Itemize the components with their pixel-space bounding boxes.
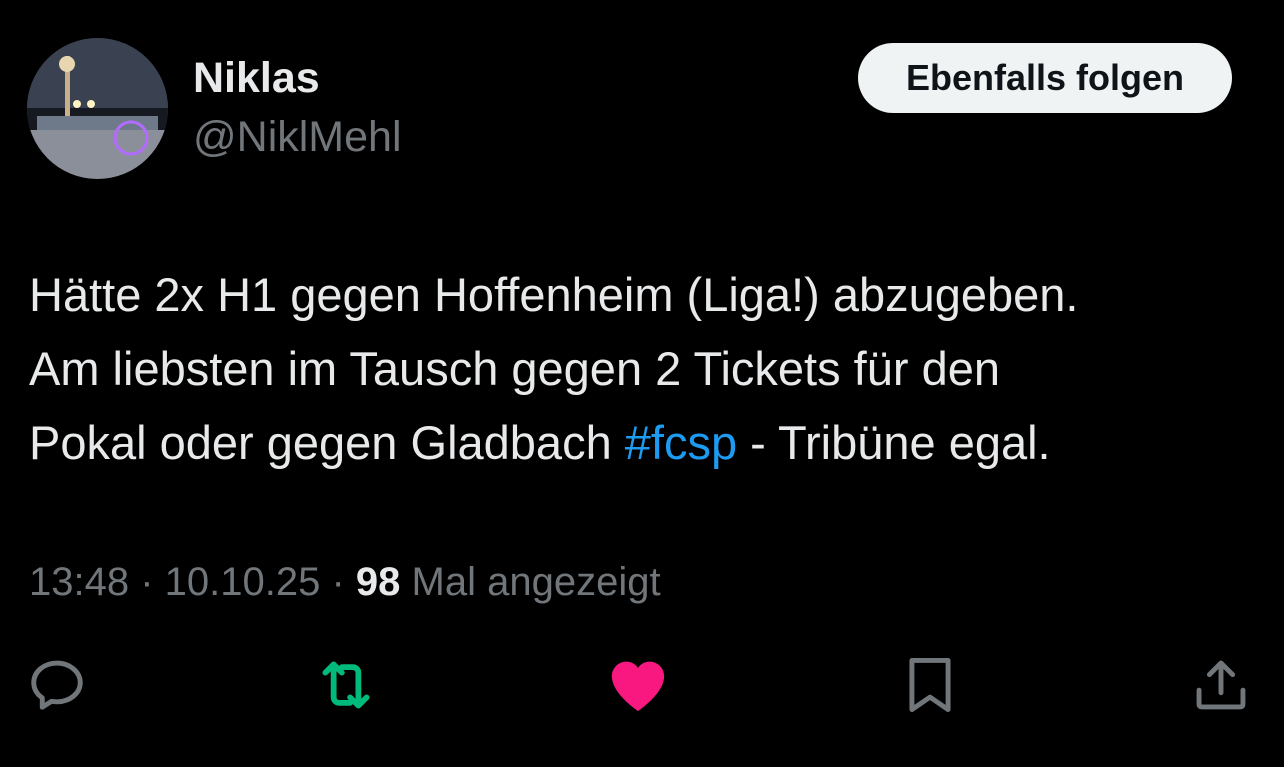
author-handle[interactable]: @NiklMehl <box>193 111 402 163</box>
tweet-text: Hätte 2x H1 gegen Hoffenheim (Liga!) abz… <box>29 258 1259 480</box>
avatar-image <box>27 38 168 179</box>
tweet-time[interactable]: 13:48 <box>29 560 129 604</box>
like-icon <box>611 661 665 712</box>
author-name[interactable]: Niklas <box>193 52 320 104</box>
hashtag-link[interactable]: #fcsp <box>625 416 737 469</box>
tweet-line-2: Am liebsten im Tausch gegen 2 Tickets fü… <box>29 342 1000 395</box>
tweet-text-segment: - Tribüne egal. <box>737 416 1051 469</box>
bookmark-icon <box>909 658 951 712</box>
reply-button[interactable] <box>24 652 90 718</box>
bookmark-button[interactable] <box>897 652 963 718</box>
follow-button[interactable]: Ebenfalls folgen <box>858 43 1232 113</box>
tweet-line-3: Pokal oder gegen Gladbach #fcsp - Tribün… <box>29 406 1259 480</box>
tweet-meta: 13:48 · 10.10.25 · 98 Mal angezeigt <box>29 556 661 608</box>
reply-icon <box>31 660 83 710</box>
share-button[interactable] <box>1188 652 1254 718</box>
share-icon <box>1196 660 1246 710</box>
meta-separator: · <box>129 560 165 604</box>
avatar[interactable] <box>27 38 168 179</box>
retweet-button[interactable] <box>313 652 379 718</box>
tweet-date[interactable]: 10.10.25 <box>165 560 321 604</box>
tweet-text-segment: Pokal oder gegen Gladbach <box>29 416 625 469</box>
views-count: 98 <box>355 560 401 604</box>
meta-separator: · <box>320 560 356 604</box>
like-button[interactable] <box>605 652 671 718</box>
retweet-icon <box>322 661 370 709</box>
tweet-line-1: Hätte 2x H1 gegen Hoffenheim (Liga!) abz… <box>29 268 1079 321</box>
views-label: Mal angezeigt <box>400 560 661 604</box>
